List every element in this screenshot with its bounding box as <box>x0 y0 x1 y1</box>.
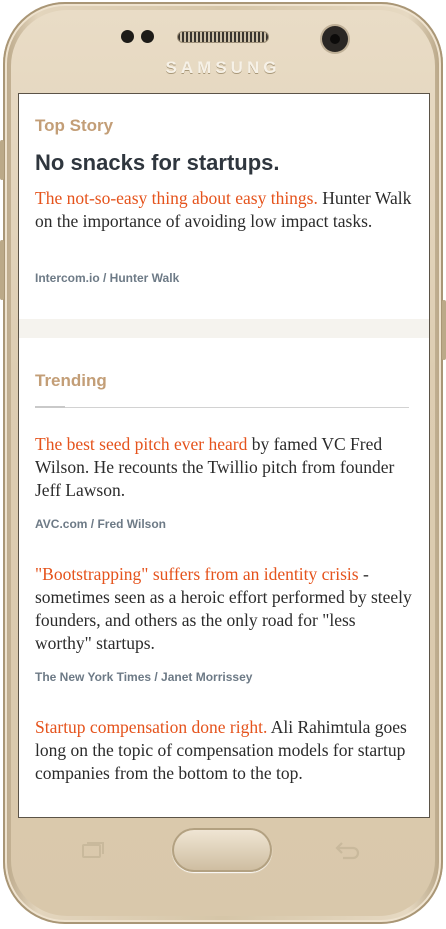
volume-up-button <box>0 140 4 180</box>
trending-item-2-summary: "Bootstrapping" suffers from an identity… <box>35 563 415 655</box>
trending-item-1-link[interactable]: The best seed pitch ever heard <box>35 434 247 454</box>
trending-item-3-summary: Startup compensation done right. Ali Rah… <box>35 716 415 785</box>
top-story-summary: The not-so-easy thing about easy things.… <box>35 187 415 233</box>
sensor-dot-left <box>121 30 134 43</box>
top-story-section-title: Top Story <box>35 116 114 135</box>
trending-item-1-summary: The best seed pitch ever heard by famed … <box>35 433 415 502</box>
screen: Top Story No snacks for startups. The no… <box>18 93 430 818</box>
trending-rule-accent <box>35 406 65 408</box>
trending-item-3-link[interactable]: Startup compensation done right. <box>35 717 267 737</box>
trending-section-title: Trending <box>35 371 107 390</box>
power-button <box>442 300 446 360</box>
trending-item-2-source[interactable]: The New York Times / Janet Morrissey <box>35 670 252 684</box>
trending-rule <box>35 407 409 408</box>
trending-item-1-source[interactable]: AVC.com / Fred Wilson <box>35 517 166 531</box>
top-story-source[interactable]: Intercom.io / Hunter Walk <box>35 271 179 285</box>
top-story-link[interactable]: The not-so-easy thing about easy things. <box>35 188 318 208</box>
volume-down-button <box>0 240 4 300</box>
top-story-headline: No snacks for startups. <box>35 150 280 175</box>
earpiece-grille <box>177 31 269 43</box>
back-icon[interactable] <box>333 838 363 862</box>
section-divider <box>19 319 429 338</box>
sensor-dot-right <box>141 30 154 43</box>
home-button[interactable] <box>172 828 272 872</box>
recent-apps-icon[interactable] <box>82 842 104 858</box>
front-camera-icon <box>322 26 348 52</box>
trending-item-2-link[interactable]: "Bootstrapping" suffers from an identity… <box>35 564 359 584</box>
brand-logo: SAMSUNG <box>165 58 281 77</box>
